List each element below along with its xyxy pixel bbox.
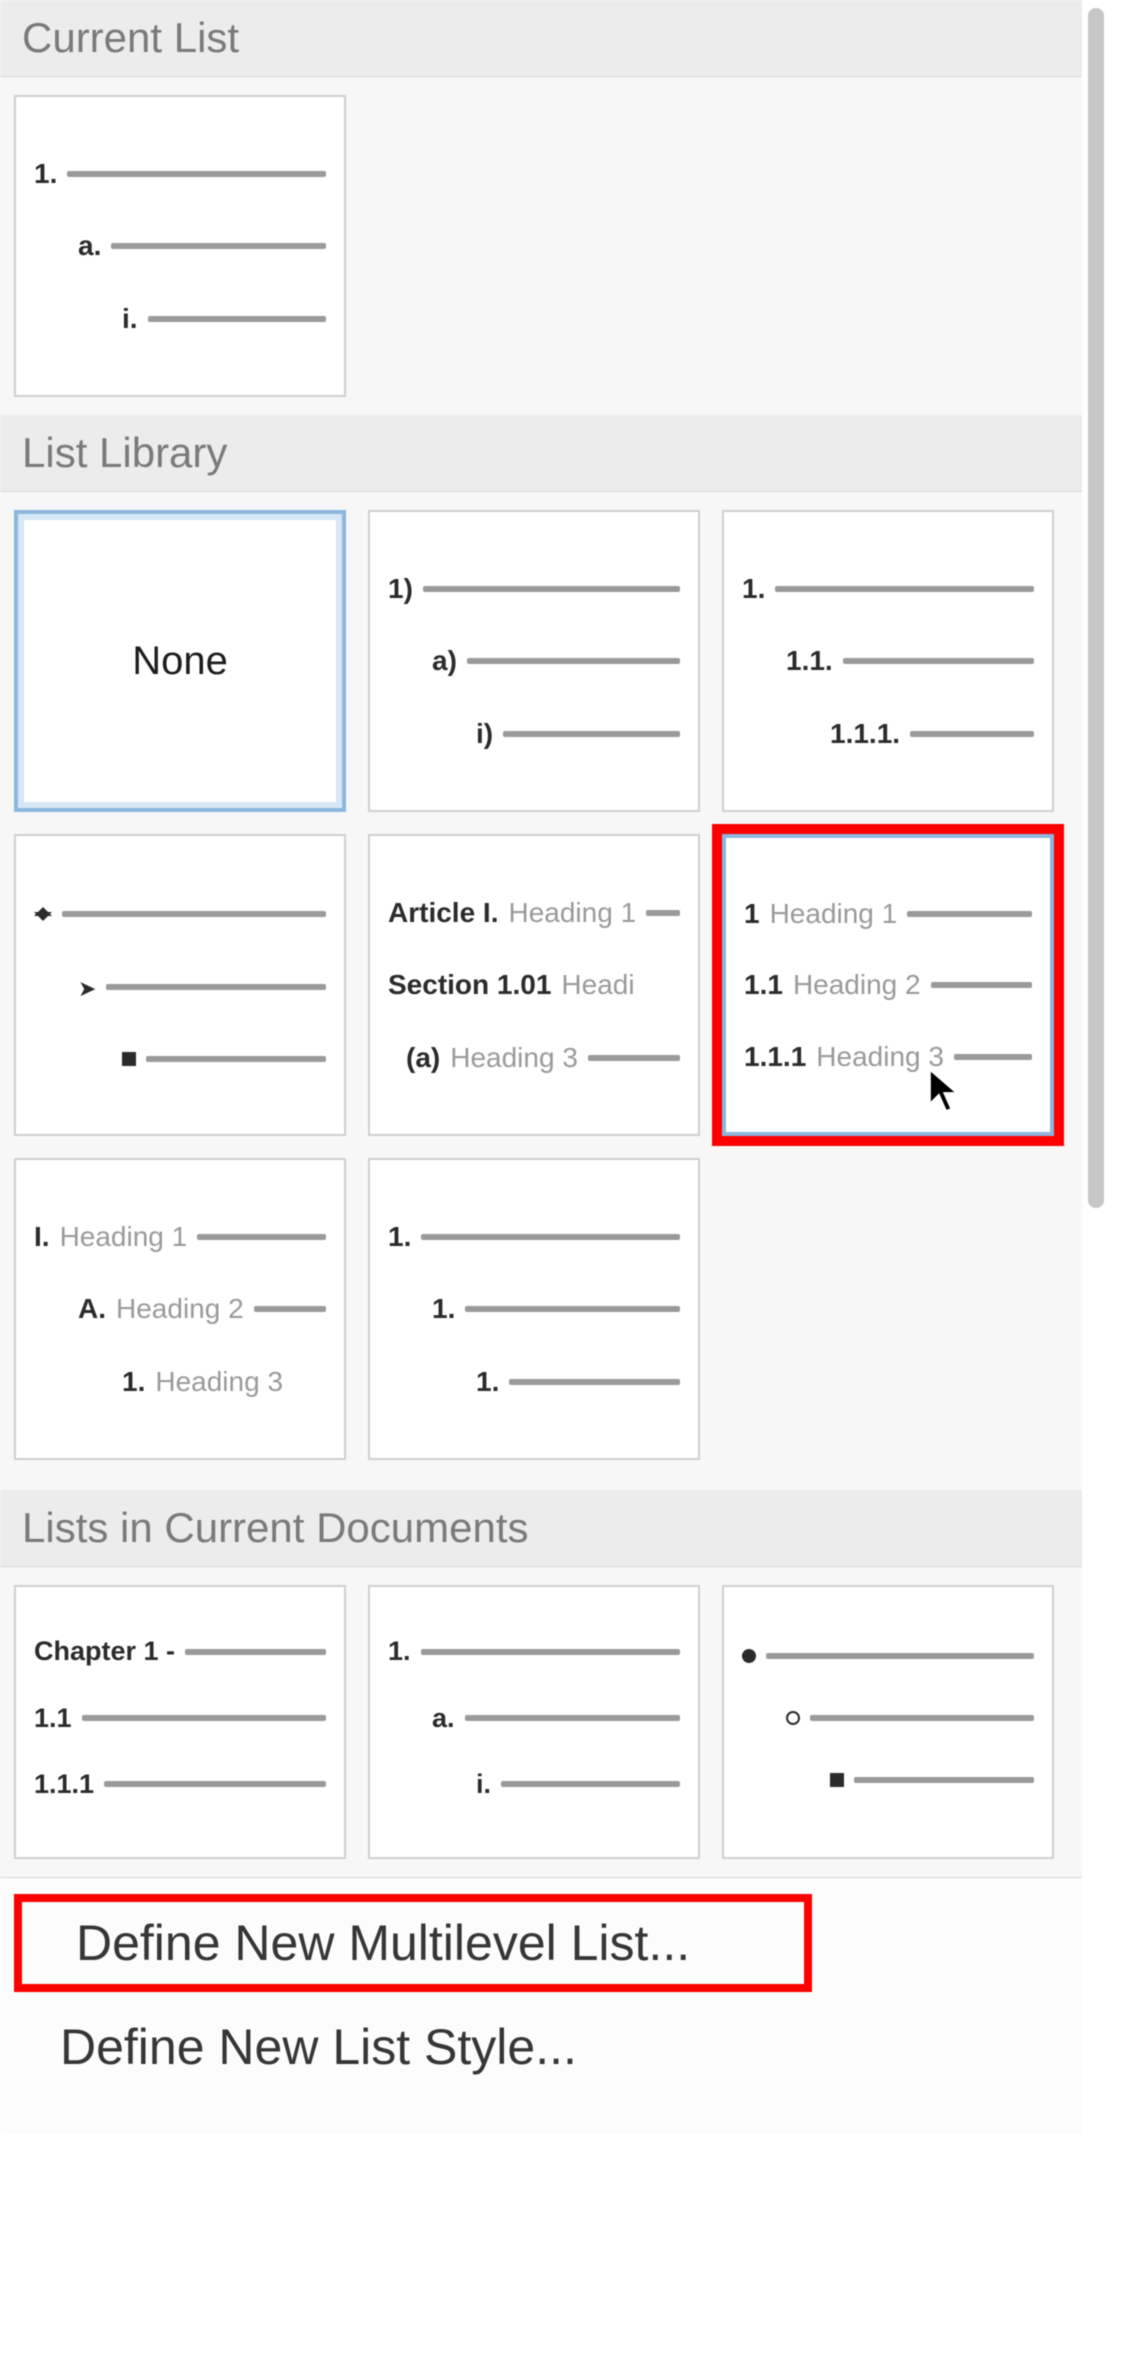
section-header-library: List Library — [0, 415, 1110, 492]
bottom-menu: Define New Multilevel List... Define New… — [0, 1877, 1110, 2134]
library-tile-none[interactable]: None — [14, 510, 346, 812]
list-level-2: 1. — [388, 1293, 680, 1325]
diamond-icon — [34, 905, 52, 923]
library-tile-paren[interactable]: 1) a) i) — [368, 510, 700, 812]
list-level-2 — [742, 1711, 1034, 1725]
list-level-1 — [742, 1649, 1034, 1663]
multilevel-list-panel: Current List 1. a. i. List Library None … — [0, 0, 1110, 2360]
list-level-1: 1) — [388, 573, 680, 605]
arrow-icon — [78, 971, 96, 1003]
section-body-docs: Chapter 1 - 1.1 1.1.1 1. a. i. — [0, 1567, 1110, 1877]
current-list-tile[interactable]: 1. a. i. — [14, 95, 346, 397]
list-level-3 — [34, 1052, 326, 1066]
list-level-3: i) — [388, 718, 680, 750]
section-header-docs: Lists in Current Documents — [0, 1490, 1110, 1567]
list-level-3: i. — [388, 1769, 680, 1800]
docs-tile-bullets[interactable] — [722, 1585, 1054, 1859]
list-level-2: 1.1Heading 2 — [744, 969, 1032, 1001]
list-level-3: 1.1.1Heading 3 — [744, 1041, 1032, 1073]
list-level-2 — [34, 971, 326, 1003]
disc-icon — [742, 1649, 756, 1663]
library-tile-bullets[interactable] — [14, 834, 346, 1136]
list-level-1: I.Heading 1 — [34, 1221, 326, 1253]
list-level-2: a. — [34, 230, 326, 262]
list-level-3: 1. — [388, 1366, 680, 1398]
section-body-current: 1. a. i. — [0, 77, 1110, 415]
list-level-2: 1.1. — [742, 645, 1034, 677]
list-level-2: a. — [388, 1703, 680, 1734]
list-level-2: a) — [388, 645, 680, 677]
section-body-library: None 1) a) i) 1. 1.1. 1.1.1. Article I.H… — [0, 492, 1110, 1490]
list-level-3: 1.1.1. — [742, 718, 1034, 750]
list-level-3: 1.1.1 — [34, 1769, 326, 1800]
library-tile-decimal[interactable]: 1. 1.1. 1.1.1. — [722, 510, 1054, 812]
scrollbar-thumb[interactable] — [1088, 8, 1104, 1208]
list-level-2: 1.1 — [34, 1703, 326, 1734]
section-title-current: Current List — [22, 14, 239, 61]
define-list-style-menu-item[interactable]: Define New List Style... — [0, 2000, 1110, 2094]
list-level-3: (a)Heading 3 — [388, 1042, 680, 1074]
section-header-current: Current List — [0, 0, 1110, 77]
list-level-1: Chapter 1 - — [34, 1636, 326, 1667]
list-level-2: A.Heading 2 — [34, 1293, 326, 1325]
section-title-library: List Library — [22, 429, 227, 476]
list-level-1 — [34, 905, 326, 923]
library-tile-heading-roman[interactable]: I.Heading 1 A.Heading 2 1.Heading 3 — [14, 1158, 346, 1460]
define-multilevel-list-label: Define New Multilevel List... — [76, 1915, 690, 1971]
none-label: None — [132, 639, 228, 684]
docs-tile-alpha[interactable]: 1. a. i. — [368, 1585, 700, 1859]
scrollbar[interactable] — [1082, 0, 1110, 2360]
list-level-1: 1. — [742, 573, 1034, 605]
list-level-1: Article I.Heading 1 — [388, 897, 680, 929]
list-level-1: 1. — [388, 1221, 680, 1253]
square-icon — [122, 1052, 136, 1066]
docs-tile-chapter[interactable]: Chapter 1 - 1.1 1.1.1 — [14, 1585, 346, 1859]
define-multilevel-list-menu-item[interactable]: Define New Multilevel List... — [16, 1896, 810, 1990]
circle-icon — [786, 1711, 800, 1725]
list-level-3 — [742, 1773, 1034, 1787]
list-level-3: i. — [34, 303, 326, 335]
list-level-1: 1Heading 1 — [744, 898, 1032, 930]
list-level-3: 1.Heading 3 — [34, 1366, 326, 1398]
list-level-1: 1. — [388, 1636, 680, 1667]
list-level-1: 1. — [34, 158, 326, 190]
define-list-style-label: Define New List Style... — [60, 2019, 577, 2075]
section-title-docs: Lists in Current Documents — [22, 1504, 529, 1551]
square-icon — [830, 1773, 844, 1787]
list-level-2: Section 1.01Headi — [388, 969, 680, 1001]
library-tile-article[interactable]: Article I.Heading 1 Section 1.01Headi (a… — [368, 834, 700, 1136]
library-tile-ones[interactable]: 1. 1. 1. — [368, 1158, 700, 1460]
library-tile-heading-decimal[interactable]: 1Heading 1 1.1Heading 2 1.1.1Heading 3 — [722, 834, 1054, 1136]
